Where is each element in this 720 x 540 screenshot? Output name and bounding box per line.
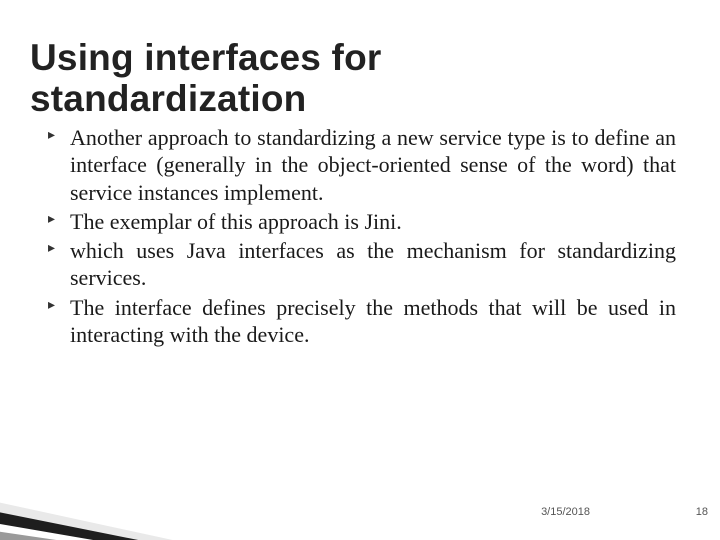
slide-body: Another approach to standardizing a new … [44, 124, 676, 350]
footer-page-number: 18 [696, 506, 708, 518]
list-item: which uses Java interfaces as the mechan… [44, 237, 676, 292]
slide: Using interfaces for standardization Ano… [0, 0, 720, 540]
list-item: The exemplar of this approach is Jini. [44, 208, 676, 235]
corner-decoration-icon [0, 432, 228, 540]
list-item: Another approach to standardizing a new … [44, 124, 676, 206]
footer-date: 3/15/2018 [541, 506, 590, 518]
list-item: The interface defines precisely the meth… [44, 294, 676, 349]
slide-title: Using interfaces for standardization [30, 37, 660, 120]
bullet-list: Another approach to standardizing a new … [44, 124, 676, 348]
